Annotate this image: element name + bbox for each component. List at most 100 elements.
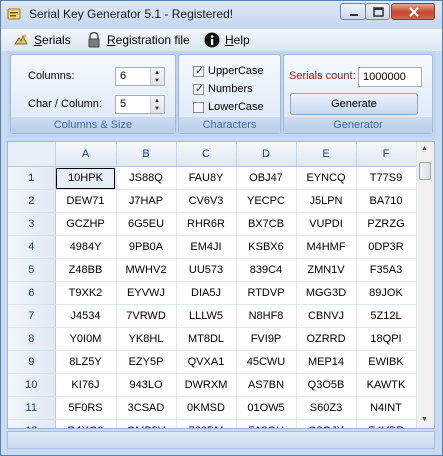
serial-cell[interactable]: KSBX6 (236, 235, 297, 259)
spin-up-icon[interactable]: ▲ (154, 98, 160, 104)
serial-cell[interactable]: 10HPK (55, 166, 117, 190)
menu-registration-file[interactable]: Registration file (86, 31, 196, 49)
serial-cell[interactable]: YECPC (236, 189, 297, 213)
serial-cell[interactable]: 0DP3R (356, 235, 417, 259)
serial-cell[interactable]: 45CWU (236, 350, 297, 374)
serial-cell[interactable]: EYNCQ (296, 166, 357, 190)
serial-cell[interactable]: MGG3D (296, 281, 357, 305)
column-header[interactable]: D (236, 142, 297, 167)
columns-spinner[interactable]: 6 ▲ ▼ (115, 67, 165, 86)
row-header[interactable]: 11 (8, 396, 56, 420)
serial-cell[interactable]: ZMN1V (296, 258, 357, 282)
serial-cell[interactable]: J5LPN (296, 189, 357, 213)
serial-cell[interactable]: T9XK2 (55, 281, 117, 305)
scroll-up-icon[interactable]: ▲ (421, 145, 428, 152)
serial-cell[interactable]: QVXA1 (176, 350, 237, 374)
serial-cell[interactable]: N8HF8 (236, 304, 297, 328)
serial-cell[interactable]: DEW71 (55, 189, 117, 213)
serial-cell[interactable]: F35A3 (356, 258, 417, 282)
row-header[interactable]: 3 (8, 212, 56, 236)
serial-cell[interactable]: 5Z12L (356, 304, 417, 328)
serial-cell[interactable]: Z48BB (55, 258, 117, 282)
serial-cell[interactable]: OBJ47 (236, 166, 297, 190)
vertical-scrollbar[interactable]: ▲ ▼ (416, 142, 434, 428)
serial-cell[interactable]: RTDVP (236, 281, 297, 305)
char-per-column-spinner[interactable]: 5 ▲ ▼ (115, 95, 165, 114)
serial-cell[interactable]: 5F0RS (55, 396, 117, 420)
close-button[interactable] (391, 3, 435, 20)
serial-cell[interactable]: BA710 (356, 189, 417, 213)
row-header[interactable]: 12 (8, 419, 56, 428)
serial-cell[interactable]: J4534 (55, 304, 117, 328)
serial-cell[interactable]: Q8OJX (296, 419, 357, 428)
serial-cell[interactable]: DWRXM (176, 373, 237, 397)
row-header[interactable]: 5 (8, 258, 56, 282)
serial-cell[interactable]: EZY5P (116, 350, 177, 374)
serial-cell[interactable]: CV6V3 (176, 189, 237, 213)
columns-spinner-arrows[interactable]: ▲ ▼ (150, 68, 164, 85)
serial-cell[interactable]: MWHV2 (116, 258, 177, 282)
row-header[interactable]: 1 (8, 166, 56, 190)
serial-cell[interactable]: DIA5J (176, 281, 237, 305)
column-header[interactable]: A (55, 142, 117, 167)
spin-down-icon[interactable]: ▼ (154, 78, 160, 84)
serial-cell[interactable]: EM4JI (176, 235, 237, 259)
serial-cell[interactable]: FAU8Y (176, 166, 237, 190)
column-header[interactable]: E (296, 142, 357, 167)
column-header[interactable]: B (116, 142, 177, 167)
serial-cell[interactable]: S60Z3 (296, 396, 357, 420)
column-header[interactable]: F (356, 142, 417, 167)
serial-cell[interactable]: EYVWJ (116, 281, 177, 305)
serial-cell[interactable]: FVI9P (236, 327, 297, 351)
scroll-down-icon[interactable]: ▼ (421, 416, 428, 423)
minimize-button[interactable] (340, 3, 366, 20)
serial-cell[interactable]: 6G5EU (116, 212, 177, 236)
serial-cell[interactable]: AS7BN (236, 373, 297, 397)
serial-cell[interactable]: 7VRWD (116, 304, 177, 328)
row-header[interactable]: 8 (8, 327, 56, 351)
serial-cell[interactable]: MT8DL (176, 327, 237, 351)
row-header[interactable]: 10 (8, 373, 56, 397)
serial-cell[interactable]: MEP14 (296, 350, 357, 374)
serial-cell[interactable]: M4HMF (296, 235, 357, 259)
serial-cell[interactable]: UU573 (176, 258, 237, 282)
serial-cell[interactable]: VUPDI (296, 212, 357, 236)
serial-cell[interactable]: 760PM (176, 419, 237, 428)
row-header[interactable]: 4 (8, 235, 56, 259)
serial-cell[interactable]: GCZHP (55, 212, 117, 236)
maximize-button[interactable] (365, 3, 390, 20)
serial-cell[interactable]: LLLW5 (176, 304, 237, 328)
serial-cell[interactable]: T77S9 (356, 166, 417, 190)
serial-cell[interactable]: RHR6R (176, 212, 237, 236)
serial-cell[interactable]: Y0I0M (55, 327, 117, 351)
serial-cell[interactable]: 01OW5 (236, 396, 297, 420)
row-header[interactable]: 9 (8, 350, 56, 374)
serial-cell[interactable]: 3CSAD (116, 396, 177, 420)
row-header[interactable]: 7 (8, 304, 56, 328)
serial-cell[interactable]: OMB3V (116, 419, 177, 428)
serial-cell[interactable]: KAWTK (356, 373, 417, 397)
serial-cell[interactable]: CBNVJ (296, 304, 357, 328)
serial-cell[interactable]: PZRZG (356, 212, 417, 236)
serial-cell[interactable]: E4VBP (356, 419, 417, 428)
generate-button[interactable]: Generate (290, 93, 418, 115)
serial-cell[interactable]: OZRRD (296, 327, 357, 351)
serial-cell[interactable]: 89JOK (356, 281, 417, 305)
serial-cell[interactable]: 943LO (116, 373, 177, 397)
serial-cell[interactable]: J7HAP (116, 189, 177, 213)
serial-cell[interactable]: 4984Y (55, 235, 117, 259)
menu-serials[interactable]: Serials (13, 31, 73, 49)
serial-cell[interactable]: KI76J (55, 373, 117, 397)
serial-cell[interactable]: 9PB0A (116, 235, 177, 259)
scrollbar-thumb[interactable] (419, 162, 431, 180)
menu-help[interactable]: Help (204, 31, 254, 49)
title-bar[interactable]: Serial Key Generator 5.1 - Registered! (1, 1, 442, 29)
serial-cell[interactable]: FA3QU (236, 419, 297, 428)
serial-cell[interactable]: YK8HL (116, 327, 177, 351)
spin-down-icon[interactable]: ▼ (154, 106, 160, 112)
row-header[interactable]: 2 (8, 189, 56, 213)
row-header[interactable]: 6 (8, 281, 56, 305)
serial-cell[interactable]: 8LZ5Y (55, 350, 117, 374)
serial-cell[interactable]: JS88Q (116, 166, 177, 190)
serial-cell[interactable]: 839C4 (236, 258, 297, 282)
